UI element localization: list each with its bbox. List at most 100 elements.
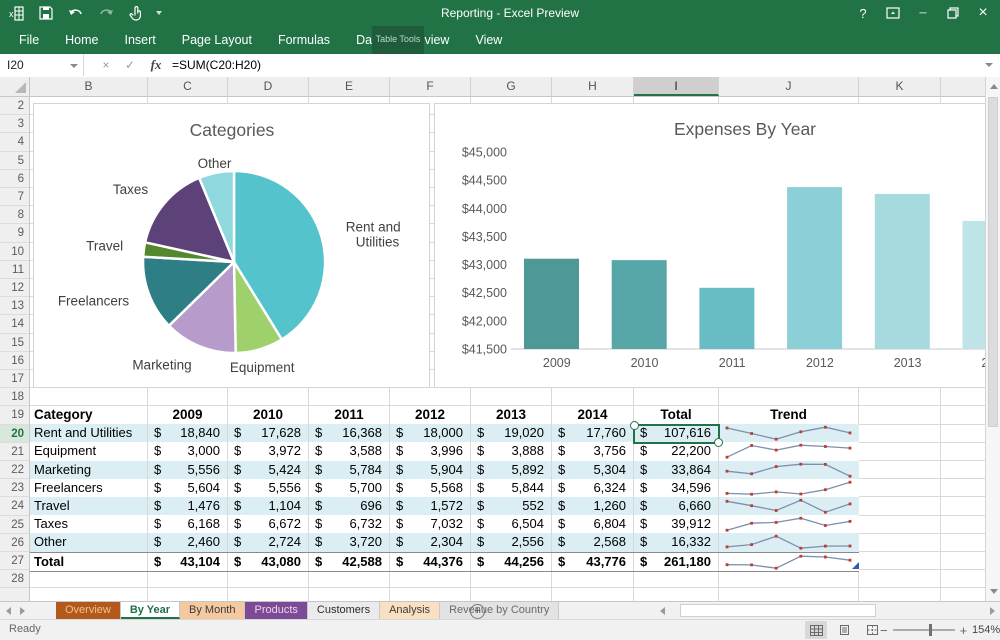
page-layout-view-button[interactable] [833, 621, 855, 639]
tab-formulas[interactable]: Formulas [265, 26, 343, 54]
row-header-19[interactable]: 19 [0, 406, 29, 424]
cell-year-value[interactable]: $6,732 [309, 515, 390, 533]
cell-total[interactable]: $39,912 [634, 515, 719, 533]
cell-year-value[interactable]: $3,996 [390, 442, 471, 460]
row-header-26[interactable]: 26 [0, 534, 29, 552]
cell-category[interactable]: Rent and Utilities [30, 424, 148, 442]
cell-year-value[interactable]: $696 [309, 497, 390, 515]
cell-year-value[interactable]: $5,784 [309, 461, 390, 479]
cell-year-value[interactable]: $43,104 [148, 553, 228, 571]
cell-category[interactable]: Total [30, 553, 148, 571]
column-header-L[interactable]: L [941, 77, 985, 96]
cell-year-value[interactable]: $5,604 [148, 479, 228, 497]
cell-year-value[interactable]: $18,000 [390, 424, 471, 442]
table-header-total[interactable]: Total [634, 406, 719, 424]
cell-year-value[interactable]: $1,260 [552, 497, 634, 515]
row-header-10[interactable]: 10 [0, 243, 29, 261]
formula-input[interactable]: =SUM(C20:H20) [172, 54, 261, 76]
cell-total[interactable]: $34,596 [634, 479, 719, 497]
table-header-trend[interactable]: Trend [719, 406, 859, 424]
row-header-3[interactable]: 3 [0, 115, 29, 133]
qat-dropdown-icon[interactable] [156, 11, 162, 15]
cell-year-value[interactable]: $2,460 [148, 533, 228, 551]
cell-year-value[interactable]: $19,020 [471, 424, 552, 442]
selection-handle-top-left[interactable] [630, 421, 639, 430]
cell-year-value[interactable]: $5,568 [390, 479, 471, 497]
table-header-2009[interactable]: 2009 [148, 406, 228, 424]
row-header-20[interactable]: 20 [0, 425, 29, 443]
insert-function-icon[interactable]: fx [146, 54, 166, 76]
column-header-B[interactable]: B [30, 77, 148, 96]
cell-year-value[interactable]: $5,556 [228, 479, 309, 497]
row-header-21[interactable]: 21 [0, 443, 29, 461]
cell-year-value[interactable]: $5,304 [552, 461, 634, 479]
row-header-11[interactable]: 11 [0, 261, 29, 279]
cell-trend-sparkline[interactable] [719, 533, 859, 551]
cell-year-value[interactable]: $2,724 [228, 533, 309, 551]
formula-bar-expand-icon[interactable] [985, 63, 993, 67]
cell-year-value[interactable]: $7,032 [390, 515, 471, 533]
vertical-scroll-thumb[interactable] [988, 97, 998, 427]
row-header-17[interactable]: 17 [0, 370, 29, 388]
hscroll-left-icon[interactable] [660, 607, 665, 615]
cell-year-value[interactable]: $5,424 [228, 461, 309, 479]
row-header-18[interactable]: 18 [0, 388, 29, 406]
row-header-27[interactable]: 27 [0, 552, 29, 570]
column-header-D[interactable]: D [228, 77, 309, 96]
sheet-tab-overview[interactable]: Overview [56, 602, 121, 619]
table-header-2010[interactable]: 2010 [228, 406, 309, 424]
table-header-2014[interactable]: 2014 [552, 406, 634, 424]
cell-trend-sparkline[interactable] [719, 553, 859, 571]
cell-year-value[interactable]: $16,368 [309, 424, 390, 442]
sheet-tab-analysis[interactable]: Analysis [380, 602, 440, 619]
sheet-tab-by-month[interactable]: By Month [180, 602, 245, 619]
row-header-12[interactable]: 12 [0, 279, 29, 297]
column-header-C[interactable]: C [148, 77, 228, 96]
cell-category[interactable]: Equipment [30, 442, 148, 460]
cell-year-value[interactable]: $3,720 [309, 533, 390, 551]
table-header-category[interactable]: Category [30, 406, 148, 424]
normal-view-button[interactable] [805, 621, 827, 639]
table-header-2013[interactable]: 2013 [471, 406, 552, 424]
column-header-I[interactable]: I [634, 77, 719, 96]
cell-trend-sparkline[interactable] [719, 461, 859, 479]
zoom-slider[interactable] [893, 629, 955, 631]
help-button[interactable]: ? [850, 2, 876, 24]
column-header-E[interactable]: E [309, 77, 390, 96]
zoom-out-icon[interactable]: − [880, 623, 888, 638]
table-header-2012[interactable]: 2012 [390, 406, 471, 424]
sheet-nav-left-icon[interactable] [6, 607, 11, 615]
cells-area[interactable]: CategoriesRent andUtilitiesEquipmentMark… [30, 97, 985, 601]
table-header-2011[interactable]: 2011 [309, 406, 390, 424]
cell-category[interactable]: Other [30, 533, 148, 551]
excel-app-icon[interactable]: x [6, 3, 26, 23]
cell-year-value[interactable]: $2,556 [471, 533, 552, 551]
cell-year-value[interactable]: $17,628 [228, 424, 309, 442]
zoom-level[interactable]: 154% [972, 624, 996, 636]
bar-chart-expenses-by-year[interactable]: Expenses By Year$41,500$42,000$42,500$43… [434, 103, 985, 388]
cell-year-value[interactable]: $5,844 [471, 479, 552, 497]
cell-total[interactable]: $6,660 [634, 497, 719, 515]
cell-year-value[interactable]: $1,476 [148, 497, 228, 515]
cell-year-value[interactable]: $3,888 [471, 442, 552, 460]
sheet-tab-revenue-by-country[interactable]: Revenue by Country [440, 602, 559, 619]
restore-button[interactable] [940, 2, 966, 24]
cell-total[interactable]: $33,864 [634, 461, 719, 479]
cell-trend-sparkline[interactable] [719, 479, 859, 497]
minimize-button[interactable]: ─ [910, 2, 936, 24]
cell-year-value[interactable]: $3,756 [552, 442, 634, 460]
cell-year-value[interactable]: $1,572 [390, 497, 471, 515]
zoom-in-icon[interactable]: + [960, 623, 968, 638]
selection-handle-bottom-right[interactable] [714, 438, 723, 447]
cell-total[interactable]: $261,180 [634, 553, 719, 571]
row-header-23[interactable]: 23 [0, 479, 29, 497]
cell-year-value[interactable]: $6,804 [552, 515, 634, 533]
column-header-J[interactable]: J [719, 77, 859, 96]
cell-category[interactable]: Marketing [30, 461, 148, 479]
save-icon[interactable] [36, 3, 56, 23]
row-header-5[interactable]: 5 [0, 152, 29, 170]
cell-year-value[interactable]: $5,892 [471, 461, 552, 479]
row-header-7[interactable]: 7 [0, 188, 29, 206]
row-header-16[interactable]: 16 [0, 352, 29, 370]
horizontal-scroll-thumb[interactable] [680, 604, 876, 617]
